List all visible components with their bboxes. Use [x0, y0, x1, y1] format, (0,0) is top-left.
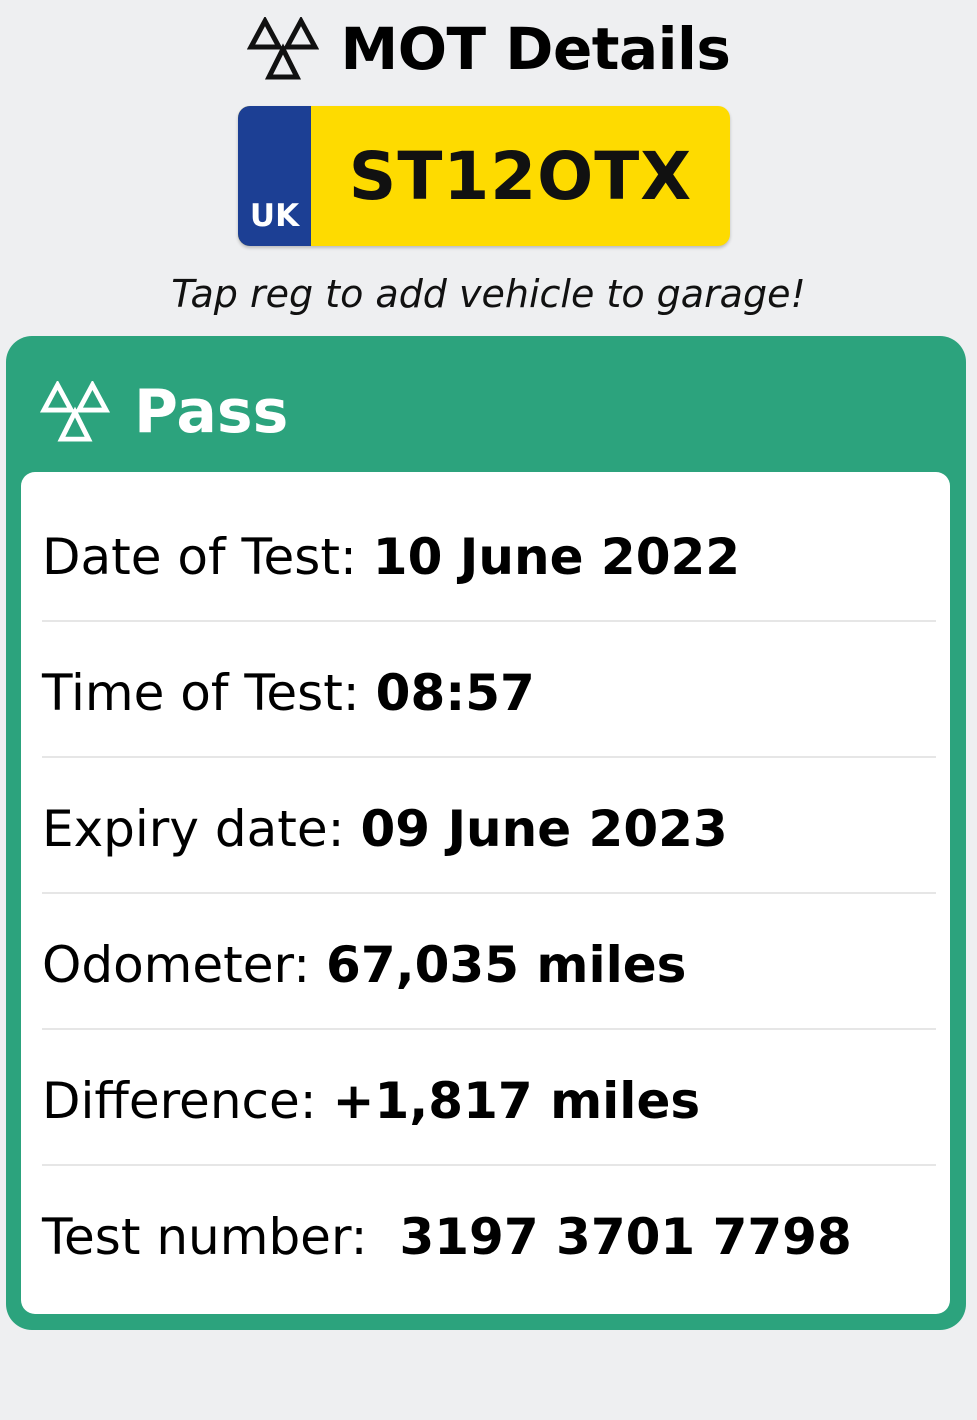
page-header: MOT Details	[0, 14, 977, 84]
plate-country-code: UK	[249, 198, 300, 234]
detail-row-odometer: Odometer: 67,035 miles	[42, 897, 936, 1033]
result-status: Pass	[134, 377, 289, 447]
row-divider	[42, 1028, 936, 1030]
detail-row-time-of-test: Time of Test: 08:57	[42, 625, 936, 761]
detail-value: 3197 3701 7798	[399, 1208, 852, 1266]
detail-value: 10 June 2022	[372, 528, 741, 586]
add-to-garage-hint: Tap reg to add vehicle to garage!	[171, 272, 806, 316]
detail-row-difference: Difference: +1,817 miles	[42, 1033, 936, 1169]
detail-label: Expiry date:	[42, 800, 345, 858]
detail-label: Test number:	[42, 1208, 368, 1266]
detail-row-date-of-test: Date of Test: 10 June 2022	[42, 489, 936, 625]
page-title: MOT Details	[340, 15, 731, 83]
detail-row-test-number: Test number: 3197 3701 7798	[42, 1169, 936, 1305]
plate-registration: ST12OTX	[348, 137, 693, 215]
detail-row-expiry-date: Expiry date: 09 June 2023	[42, 761, 936, 897]
registration-plate[interactable]: UK ST12OTX	[238, 106, 730, 246]
detail-value: 08:57	[375, 664, 535, 722]
result-details: Date of Test: 10 June 2022 Time of Test:…	[21, 472, 950, 1314]
row-divider	[42, 756, 936, 758]
row-divider	[42, 620, 936, 622]
detail-label: Time of Test:	[42, 664, 360, 722]
detail-value: 67,035 miles	[326, 936, 687, 994]
mot-triangles-icon	[40, 381, 110, 442]
mot-result-card: Pass Date of Test: 10 June 2022 Time of …	[6, 336, 966, 1330]
detail-label: Difference:	[42, 1072, 317, 1130]
detail-value: 09 June 2023	[360, 800, 728, 858]
mot-triangles-icon	[246, 17, 319, 80]
plate-country-band: UK	[238, 106, 311, 246]
row-divider	[42, 1164, 936, 1166]
row-divider	[42, 892, 936, 894]
detail-value: +1,817 miles	[332, 1072, 701, 1130]
detail-label: Date of Test:	[42, 528, 357, 586]
detail-label: Odometer:	[42, 936, 311, 994]
result-header: Pass	[40, 376, 288, 448]
